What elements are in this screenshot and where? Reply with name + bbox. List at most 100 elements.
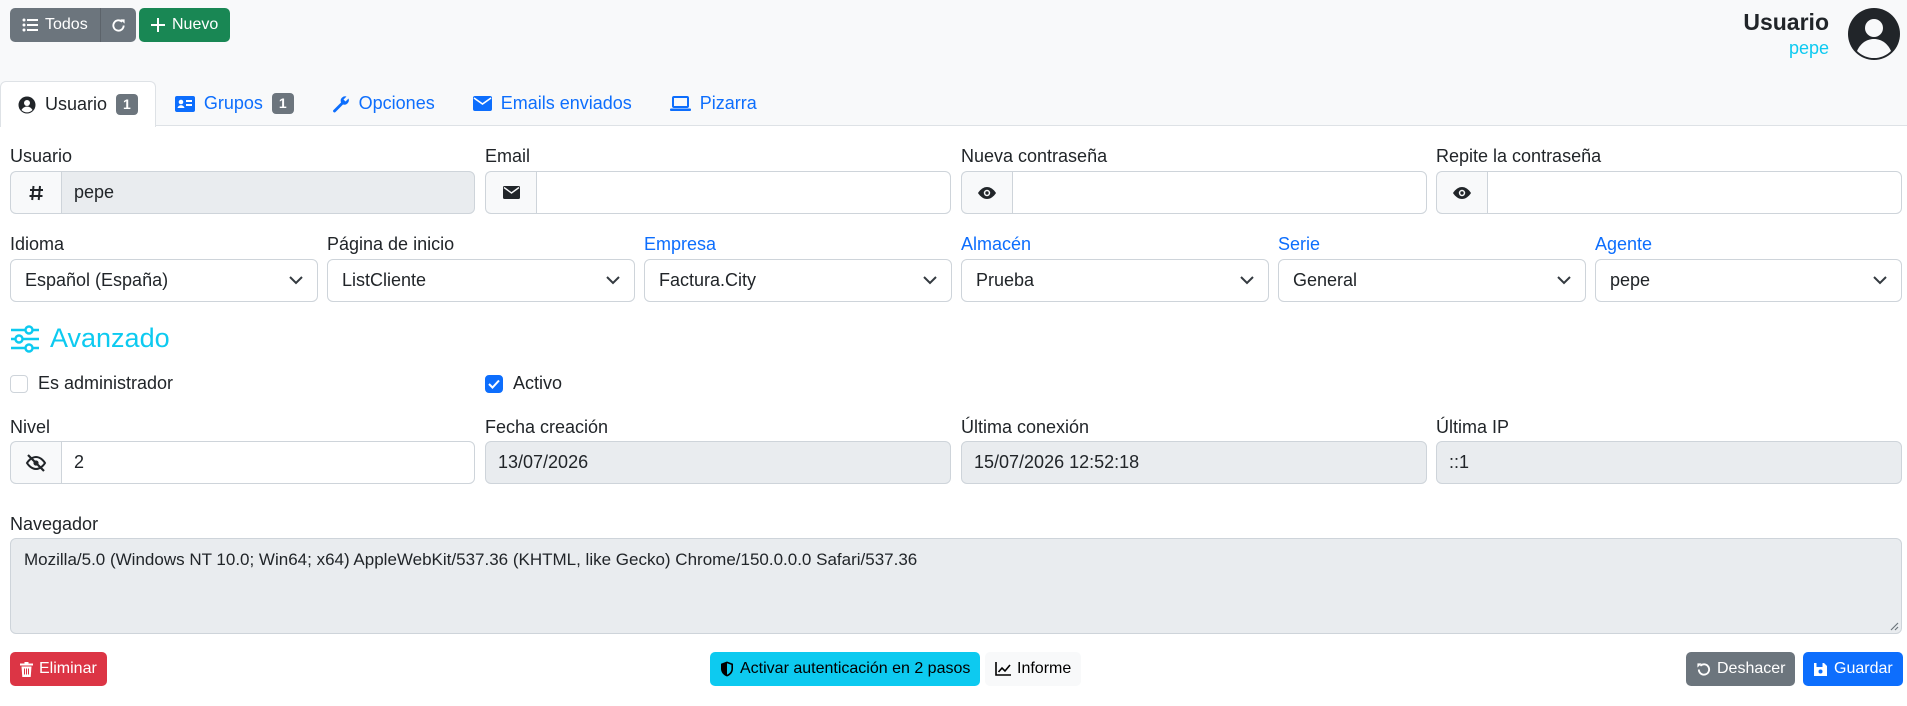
page-subtitle: pepe	[1788, 38, 1829, 58]
line-chart-icon	[995, 662, 1011, 676]
undo-icon	[1696, 662, 1711, 677]
repeat-password-field[interactable]	[1487, 171, 1902, 214]
serie-select[interactable]: General	[1278, 259, 1586, 302]
pagina-inicio-select[interactable]: ListCliente	[327, 259, 635, 302]
all-button[interactable]: Todos	[10, 8, 101, 42]
email-label: Email	[485, 146, 531, 166]
empresa-select[interactable]: Factura.City	[644, 259, 952, 302]
page-header: Usuario pepe	[1743, 8, 1829, 60]
envelope-icon	[485, 171, 536, 214]
user-avatar-icon[interactable]	[1847, 7, 1901, 61]
navegador-label: Navegador	[10, 514, 99, 534]
ultima-ip-label: Última IP	[1436, 417, 1510, 437]
agente-select[interactable]: pepe	[1595, 259, 1902, 302]
navegador-value: Mozilla/5.0 (Windows NT 10.0; Win64; x64…	[24, 550, 918, 569]
report-button-label: Informe	[1017, 660, 1072, 677]
tab-opciones[interactable]: Opciones	[313, 81, 454, 126]
chevron-down-icon	[606, 276, 620, 285]
new-password-label: Nueva contraseña	[961, 146, 1108, 166]
save-button-label: Guardar	[1834, 660, 1893, 677]
nivel-field[interactable]: 2	[61, 441, 475, 484]
tab-usuario[interactable]: Usuario 1	[0, 81, 156, 127]
repeat-password-input-group	[1436, 171, 1902, 214]
list-icon	[22, 18, 38, 32]
email-input-group	[485, 171, 951, 214]
delete-button-label: Eliminar	[39, 660, 97, 677]
top-bar: Todos Nuevo Usuario pepe Usuario 1 Grupo…	[0, 0, 1907, 127]
serie-value: General	[1293, 270, 1358, 290]
pagina-inicio-label: Página de inicio	[327, 234, 455, 254]
id-card-icon	[174, 95, 195, 112]
idioma-label: Idioma	[10, 234, 65, 254]
es-admin-checkbox[interactable]	[10, 374, 28, 393]
sliders-icon	[10, 324, 40, 353]
tab-grupos-badge: 1	[271, 93, 294, 114]
laptop-icon	[669, 95, 691, 112]
new-button-label: Nuevo	[172, 16, 219, 33]
serie-link[interactable]: Serie	[1278, 234, 1320, 255]
es-admin-label: Es administrador	[38, 373, 174, 393]
email-field[interactable]	[536, 171, 951, 214]
twofa-button-label: Activar autenticación en 2 pasos	[740, 660, 971, 677]
advanced-title-text: Avanzado	[50, 323, 170, 353]
tab-usuario-badge: 1	[116, 94, 138, 115]
report-button[interactable]: Informe	[985, 652, 1082, 686]
usuario-input-group: pepe	[10, 171, 475, 214]
nivel-input-group: 2	[10, 441, 475, 484]
shield-icon	[720, 661, 734, 677]
fecha-creacion-label: Fecha creación	[485, 417, 609, 437]
es-admin-checkbox-row: Es administrador	[10, 373, 173, 394]
advanced-section-title: Avanzado	[10, 323, 170, 354]
new-password-field[interactable]	[1012, 171, 1427, 214]
ultima-ip-group: ::1	[1436, 441, 1902, 484]
tab-opciones-label: Opciones	[358, 93, 435, 113]
repeat-password-label: Repite la contraseña	[1436, 146, 1602, 166]
refresh-button[interactable]	[100, 8, 136, 42]
list-button-group: Todos Nuevo	[10, 8, 231, 42]
ultima-ip-field[interactable]: ::1	[1436, 441, 1902, 484]
eye-icon[interactable]	[961, 171, 1012, 214]
page-title: Usuario	[1743, 9, 1829, 35]
eye-slash-icon	[10, 441, 61, 484]
tab-grupos-label: Grupos	[203, 93, 263, 113]
agente-link[interactable]: Agente	[1595, 234, 1652, 255]
almacen-link[interactable]: Almacén	[961, 234, 1031, 255]
tab-grupos[interactable]: Grupos 1	[156, 81, 313, 126]
almacen-value: Prueba	[976, 270, 1035, 290]
chevron-down-icon	[1240, 276, 1254, 285]
almacen-select[interactable]: Prueba	[961, 259, 1269, 302]
empresa-value: Factura.City	[659, 270, 757, 290]
ultima-conexion-group: 15/07/2026 12:52:18	[961, 441, 1427, 484]
tab-pizarra[interactable]: Pizarra	[651, 81, 776, 126]
ultima-conexion-label: Última conexión	[961, 417, 1090, 437]
chevron-down-icon	[1557, 276, 1571, 285]
fecha-creacion-field[interactable]: 13/07/2026	[485, 441, 951, 484]
envelope-icon	[472, 96, 492, 111]
activo-checkbox-row: Activo	[485, 373, 562, 394]
agente-value: pepe	[1610, 270, 1651, 290]
empresa-link[interactable]: Empresa	[644, 234, 716, 255]
pagina-inicio-value: ListCliente	[342, 270, 427, 290]
nivel-label: Nivel	[10, 417, 51, 437]
save-button[interactable]: Guardar	[1803, 652, 1903, 686]
hash-icon	[10, 171, 61, 214]
idioma-value: Español (España)	[25, 270, 169, 290]
resize-grip-icon[interactable]	[1889, 621, 1899, 631]
idioma-select[interactable]: Español (España)	[10, 259, 318, 302]
activo-checkbox[interactable]	[485, 374, 503, 393]
chevron-down-icon	[1873, 276, 1887, 285]
tab-pizarra-label: Pizarra	[699, 93, 757, 113]
undo-button-label: Deshacer	[1717, 660, 1786, 677]
usuario-field[interactable]: pepe	[61, 171, 475, 214]
delete-button[interactable]: Eliminar	[10, 652, 107, 686]
twofa-button[interactable]: Activar autenticación en 2 pasos	[710, 652, 981, 686]
ultima-conexion-field[interactable]: 15/07/2026 12:52:18	[961, 441, 1427, 484]
usuario-label: Usuario	[10, 146, 73, 166]
tab-emails-enviados[interactable]: Emails enviados	[454, 81, 651, 126]
new-button[interactable]: Nuevo	[139, 8, 231, 42]
navegador-textarea[interactable]: Mozilla/5.0 (Windows NT 10.0; Win64; x64…	[10, 538, 1902, 634]
undo-button[interactable]: Deshacer	[1686, 652, 1796, 686]
trash-icon	[20, 661, 33, 677]
eye-icon[interactable]	[1436, 171, 1487, 214]
plus-icon	[151, 18, 165, 32]
